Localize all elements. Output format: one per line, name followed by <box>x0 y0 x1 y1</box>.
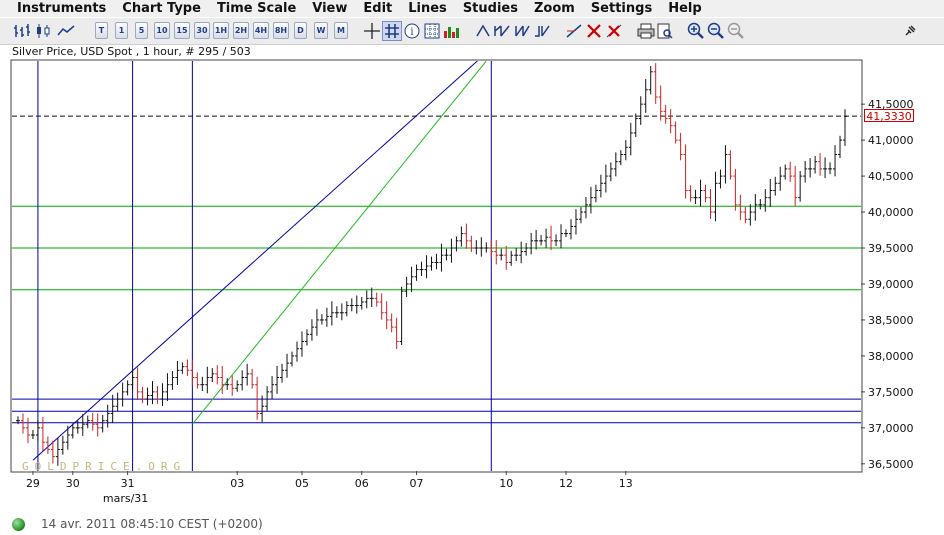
x-axis-label: 13 <box>619 477 633 490</box>
x-axis-label: 10 <box>499 477 513 490</box>
x-axis-label: 03 <box>230 477 244 490</box>
x-axis-label: 05 <box>295 477 309 490</box>
y-axis-label: 40,0000 <box>868 206 914 219</box>
y-axis-label: 38,5000 <box>868 314 914 327</box>
x-axis-label: 31 <box>121 477 135 490</box>
x-axis-month-label: mars/31 <box>103 492 148 505</box>
x-axis-label: 30 <box>66 477 80 490</box>
y-axis-label: 39,5000 <box>868 242 914 255</box>
y-axis-label: 39,0000 <box>868 278 914 291</box>
y-axis-label: 40,5000 <box>868 170 914 183</box>
current-price-marker: 41,3330 <box>864 109 914 123</box>
x-axis-label: 12 <box>559 477 573 490</box>
y-axis-label: 36,5000 <box>868 458 914 471</box>
connection-status-icon <box>12 517 25 531</box>
status-bar: 14 avr. 2011 08:45:10 CEST (+0200) <box>12 515 263 533</box>
silver-price-chart[interactable]: 41,500041,000040,500040,000039,500039,00… <box>0 0 944 535</box>
x-axis-label: 29 <box>26 477 40 490</box>
y-axis-label: 37,0000 <box>868 422 914 435</box>
status-timestamp: 14 avr. 2011 08:45:10 CEST (+0200) <box>41 517 263 531</box>
y-axis-label: 41,0000 <box>868 134 914 147</box>
y-axis-label: 38,0000 <box>868 350 914 363</box>
x-axis-label: 07 <box>410 477 424 490</box>
watermark: GOLDPRICE.ORG <box>22 460 186 473</box>
y-axis-label: 37,5000 <box>868 386 914 399</box>
x-axis-label: 06 <box>355 477 369 490</box>
